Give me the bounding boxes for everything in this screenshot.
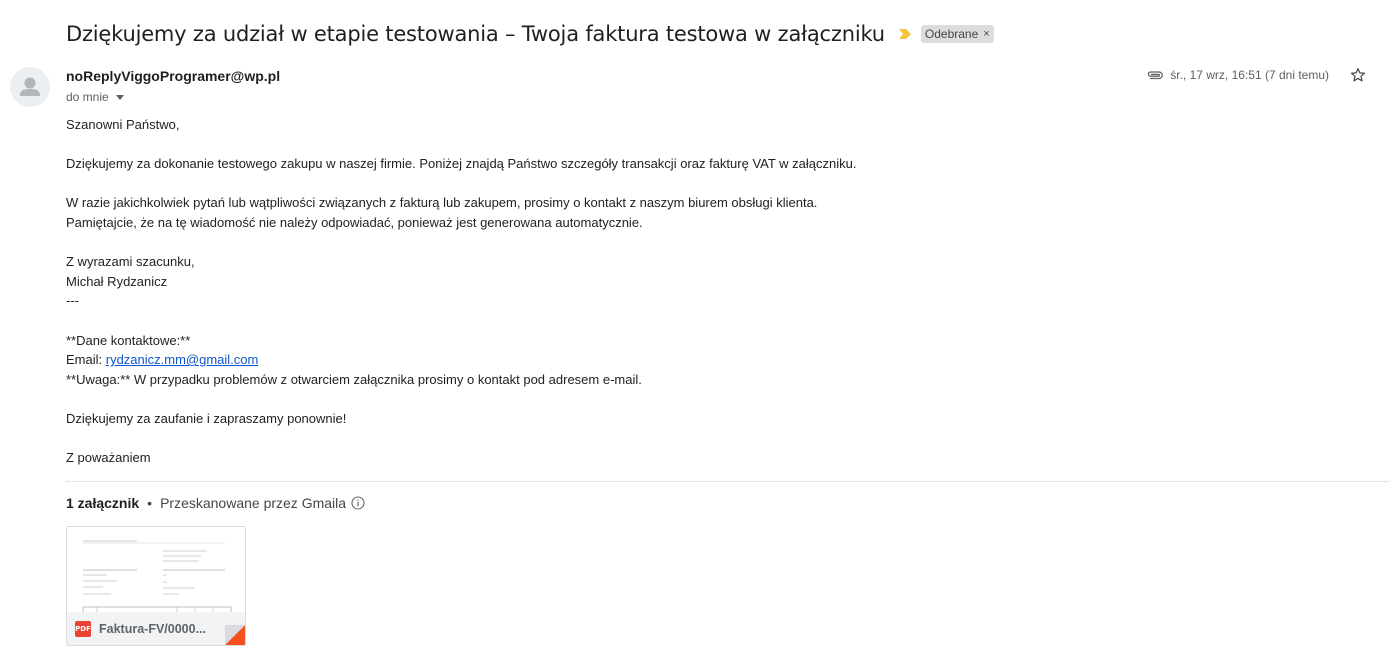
importance-marker-icon[interactable]	[898, 28, 911, 40]
contact-email-line: Email: rydzanicz.mm@gmail.com	[66, 350, 857, 370]
body-paragraph-2-line-1: W razie jakichkolwiek pytań lub wątpliwo…	[66, 195, 818, 211]
body-paragraph-1: Dziękujemy za dokonanie testowego zakupu…	[66, 156, 857, 172]
signature-name: Michał Rydzanicz	[66, 273, 168, 289]
paperclip-icon	[1148, 71, 1164, 80]
subject-row: Dziękujemy za udział w etapie testowania…	[66, 18, 994, 50]
recipient-row: do mnie	[66, 90, 124, 104]
greeting: Szanowni Państwo,	[66, 117, 180, 132]
attachments-divider	[66, 481, 1389, 482]
regards: Z wyrazami szacunku,	[66, 254, 195, 270]
remove-label-button[interactable]: ×	[983, 28, 989, 40]
body-paragraph-2-line-2: Pamiętajcie, że na tę wiadomość nie nale…	[66, 214, 643, 230]
attachment-note: **Uwaga:** W przypadku problemów z otwar…	[66, 371, 642, 387]
attachment-filename: Faktura-FV/0000...	[99, 621, 206, 636]
message-body: Szanowni Państwo, Dziękujemy za dokonani…	[66, 115, 857, 468]
email-label: Email:	[66, 352, 106, 368]
message-meta: śr., 17 wrz, 16:51 (7 dni temu)	[1146, 66, 1367, 84]
header-separator: •	[147, 495, 153, 511]
caret-down-icon[interactable]	[115, 94, 124, 100]
label-chip-text: Odebrane	[924, 27, 979, 41]
label-chip-inbox[interactable]: Odebrane ×	[920, 25, 994, 43]
signature-separator: ---	[66, 293, 79, 309]
pdf-preview-thumbnail	[67, 527, 245, 613]
sender-email[interactable]: noReplyViggoProgramer@wp.pl	[66, 68, 280, 84]
attachment-card[interactable]: PDF Faktura-FV/0000...	[66, 526, 246, 646]
email-subject: Dziękujemy za udział w etapie testowania…	[66, 22, 885, 46]
attachment-count: 1 załącznik	[66, 495, 140, 511]
thanks-line: Dziękujemy za zaufanie i zapraszamy pono…	[66, 410, 347, 426]
info-icon[interactable]	[351, 496, 365, 510]
contact-email-link[interactable]: rydzanicz.mm@gmail.com	[106, 352, 259, 367]
recipient-label: do mnie	[66, 90, 109, 104]
person-icon	[20, 77, 40, 96]
page-fold-icon	[225, 625, 245, 645]
closing-line: Z poważaniem	[66, 450, 151, 466]
message-date: śr., 17 wrz, 16:51 (7 dni temu)	[1170, 68, 1329, 82]
scan-status: Przeskanowane przez Gmaila	[160, 495, 347, 511]
avatar[interactable]	[10, 67, 50, 107]
pdf-file-icon: PDF	[75, 620, 91, 637]
star-icon[interactable]	[1349, 66, 1367, 84]
attachments-header: 1 załącznik • Przeskanowane przez Gmaila	[66, 495, 365, 511]
contact-heading: **Dane kontaktowe:**	[66, 332, 191, 348]
attachment-footer: PDF Faktura-FV/0000...	[67, 612, 245, 645]
